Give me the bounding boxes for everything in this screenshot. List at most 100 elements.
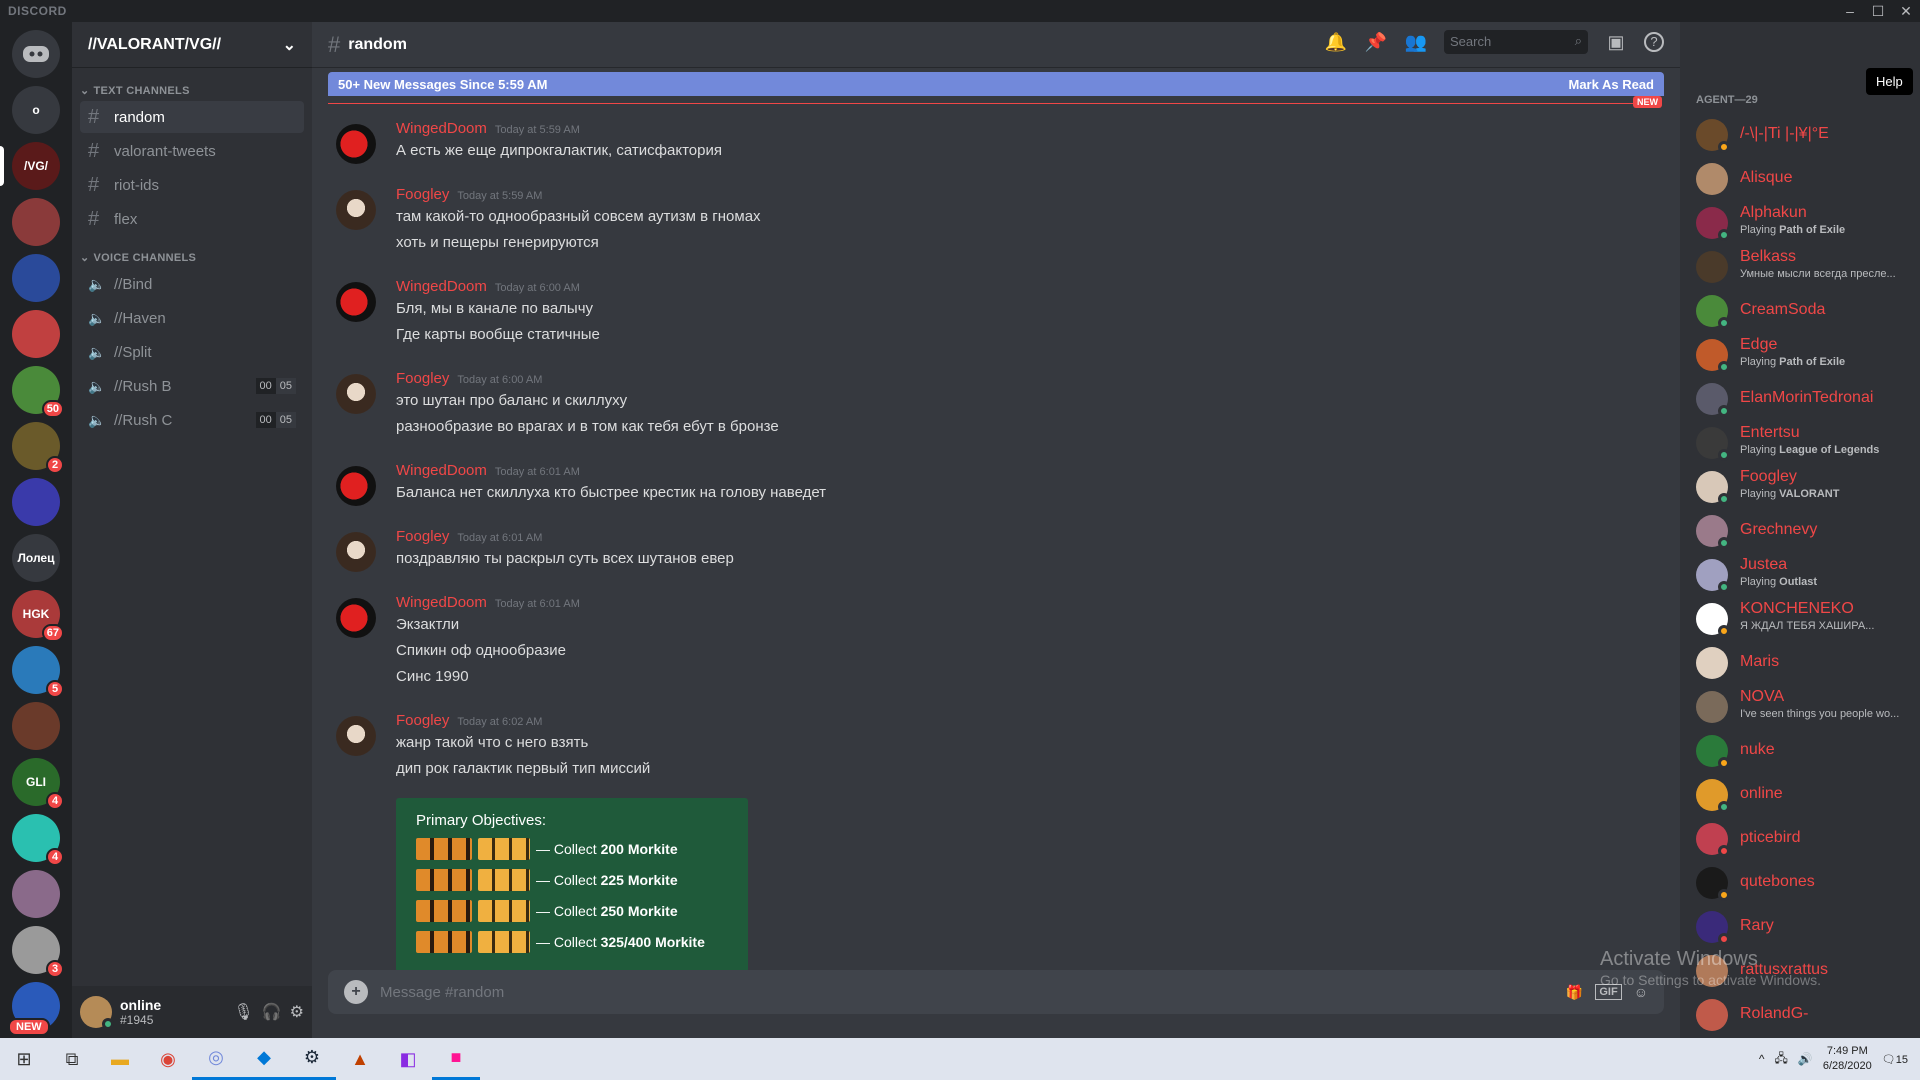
voice-category[interactable]: ⌄ VOICE CHANNELS	[72, 251, 312, 265]
clock[interactable]: 7:49 PM 6/28/2020	[1823, 1044, 1872, 1074]
gift-icon[interactable]: 🎁	[1566, 984, 1583, 1001]
server-icon[interactable]: o	[12, 86, 60, 134]
member-item[interactable]: Rary	[1688, 906, 1912, 948]
app-pink-icon[interactable]: ■	[432, 1038, 480, 1080]
member-item[interactable]: Entertsu Playing League of Legends	[1688, 422, 1912, 464]
server-icon[interactable]: 3	[12, 926, 64, 978]
server-icon[interactable]	[12, 254, 60, 302]
server-icon[interactable]: 5	[12, 646, 64, 698]
network-icon[interactable]: 🖧	[1775, 1049, 1788, 1070]
server-icon[interactable]	[12, 870, 60, 918]
member-item[interactable]: Grechnevy	[1688, 510, 1912, 552]
avatar[interactable]	[80, 996, 114, 1030]
maximize-icon[interactable]: ☐	[1864, 0, 1892, 22]
avatar[interactable]	[336, 716, 376, 756]
server-icon[interactable]: 4	[12, 814, 64, 866]
voice-channel[interactable]: 🔈 //Rush B 00 05	[80, 370, 304, 402]
server-icon[interactable]: GLI 4	[12, 758, 64, 810]
member-item[interactable]: Justea Playing Outlast	[1688, 554, 1912, 596]
mark-as-read-button[interactable]: Mark As Read	[1569, 77, 1655, 92]
close-icon[interactable]: ✕	[1892, 0, 1920, 22]
member-item[interactable]: Alphakun Playing Path of Exile	[1688, 202, 1912, 244]
server-icon[interactable]: 2	[12, 422, 64, 474]
voice-channel[interactable]: 🔈 //Split	[80, 336, 304, 368]
member-item[interactable]: pticebird	[1688, 818, 1912, 860]
headphones-icon[interactable]: 🎧	[262, 1002, 282, 1022]
vscode-icon[interactable]: ◆	[240, 1038, 288, 1080]
member-item[interactable]: /-\|-|Ti |-|¥|°E	[1688, 114, 1912, 156]
server-icon[interactable]: 50	[12, 366, 64, 418]
member-item[interactable]: Belkass Умные мысли всегда пресле...	[1688, 246, 1912, 288]
member-item[interactable]: RolandG-	[1688, 994, 1912, 1036]
chrome-icon[interactable]: ◉	[144, 1038, 192, 1080]
channel-random[interactable]: # random	[80, 101, 304, 133]
avatar[interactable]	[336, 282, 376, 322]
server-icon[interactable]: NEW	[8, 982, 60, 1036]
file-explorer-icon[interactable]: ▬	[96, 1038, 144, 1080]
avatar[interactable]	[336, 598, 376, 638]
chevron-up-icon[interactable]: ^	[1759, 1052, 1765, 1066]
avatar[interactable]	[336, 466, 376, 506]
voice-channel[interactable]: 🔈 //Rush C 00 05	[80, 404, 304, 436]
author-name[interactable]: WingedDoom Today at 6:01 AM	[396, 462, 580, 479]
steam-icon[interactable]: ⚙	[288, 1038, 336, 1080]
member-item[interactable]: online	[1688, 774, 1912, 816]
message-composer[interactable]: + Message #random 🎁 GIF ☺	[328, 970, 1664, 1014]
minimize-icon[interactable]: –	[1836, 0, 1864, 22]
notification-icon[interactable]: 🗨15	[1882, 1053, 1908, 1066]
server-icon[interactable]: HGK 67	[12, 590, 64, 642]
windows-start-icon[interactable]: ⊞	[0, 1038, 48, 1080]
guild-header[interactable]: //VALORANT/VG// ⌄	[72, 22, 312, 68]
discord-taskbar-icon[interactable]: ◎	[192, 1038, 240, 1080]
task-view-icon[interactable]: ⧉	[48, 1038, 96, 1080]
help-icon[interactable]: ?	[1644, 32, 1664, 52]
volume-icon[interactable]: 🔊	[1798, 1052, 1813, 1066]
member-item[interactable]: ElanMorinTedronai	[1688, 378, 1912, 420]
member-item[interactable]: CreamSoda	[1688, 290, 1912, 332]
member-item[interactable]: Foogley Playing VALORANT	[1688, 466, 1912, 508]
author-name[interactable]: Foogley Today at 6:01 AM	[396, 528, 542, 545]
bell-icon[interactable]: 🔔	[1324, 30, 1348, 54]
upload-button[interactable]: +	[344, 980, 368, 1004]
new-messages-bar[interactable]: 50+ New Messages Since 5:59 AM Mark As R…	[328, 72, 1664, 96]
avatar[interactable]	[336, 532, 376, 572]
members-icon[interactable]: 👥	[1404, 30, 1428, 54]
member-item[interactable]: nuke	[1688, 730, 1912, 772]
channel-valorant-tweets[interactable]: # valorant-tweets	[80, 135, 304, 167]
voice-channel[interactable]: 🔈 //Haven	[80, 302, 304, 334]
server-icon[interactable]	[12, 310, 60, 358]
app-icon[interactable]: ▲	[336, 1038, 384, 1080]
pin-icon[interactable]: 📌	[1364, 30, 1388, 54]
text-category[interactable]: ⌄ TEXT CHANNELS	[72, 84, 312, 98]
server-icon[interactable]: /VG/	[12, 142, 60, 190]
voice-channel[interactable]: 🔈 //Bind	[80, 268, 304, 300]
author-name[interactable]: Foogley Today at 6:02 AM	[396, 712, 542, 729]
member-item[interactable]: qutebones	[1688, 862, 1912, 904]
message-input[interactable]: Message #random	[380, 984, 1554, 1001]
gear-icon[interactable]: ⚙	[290, 1002, 304, 1022]
avatar[interactable]	[336, 190, 376, 230]
author-name[interactable]: WingedDoom Today at 5:59 AM	[396, 120, 580, 137]
server-icon[interactable]	[12, 478, 60, 526]
microphone-icon[interactable]: 🎙	[233, 1002, 253, 1022]
author-name[interactable]: WingedDoom Today at 6:00 AM	[396, 278, 580, 295]
member-item[interactable]: Edge Playing Path of Exile	[1688, 334, 1912, 376]
member-item[interactable]: Alisque	[1688, 158, 1912, 200]
server-icon[interactable]: Лолец	[12, 534, 60, 582]
author-name[interactable]: Foogley Today at 6:00 AM	[396, 370, 542, 387]
author-name[interactable]: Foogley Today at 5:59 AM	[396, 186, 542, 203]
avatar[interactable]	[336, 374, 376, 414]
member-item[interactable]: Maris	[1688, 642, 1912, 684]
author-name[interactable]: WingedDoom Today at 6:01 AM	[396, 594, 580, 611]
server-icon[interactable]	[12, 198, 60, 246]
member-item[interactable]: KONCHENEKO Я ЖДАЛ ТЕБЯ ХАШИРА...	[1688, 598, 1912, 640]
avatar[interactable]	[336, 124, 376, 164]
search-input[interactable]: Search ⌕	[1444, 30, 1588, 54]
home-button[interactable]	[12, 30, 60, 78]
member-item[interactable]: NOVA I've seen things you people wo...	[1688, 686, 1912, 728]
channel-flex[interactable]: # flex	[80, 203, 304, 235]
channel-riot-ids[interactable]: # riot-ids	[80, 169, 304, 201]
visual-studio-icon[interactable]: ◧	[384, 1038, 432, 1080]
image-attachment[interactable]: Primary Objectives: — Collect 200 Morkite…	[396, 798, 748, 972]
server-icon[interactable]	[12, 702, 60, 750]
